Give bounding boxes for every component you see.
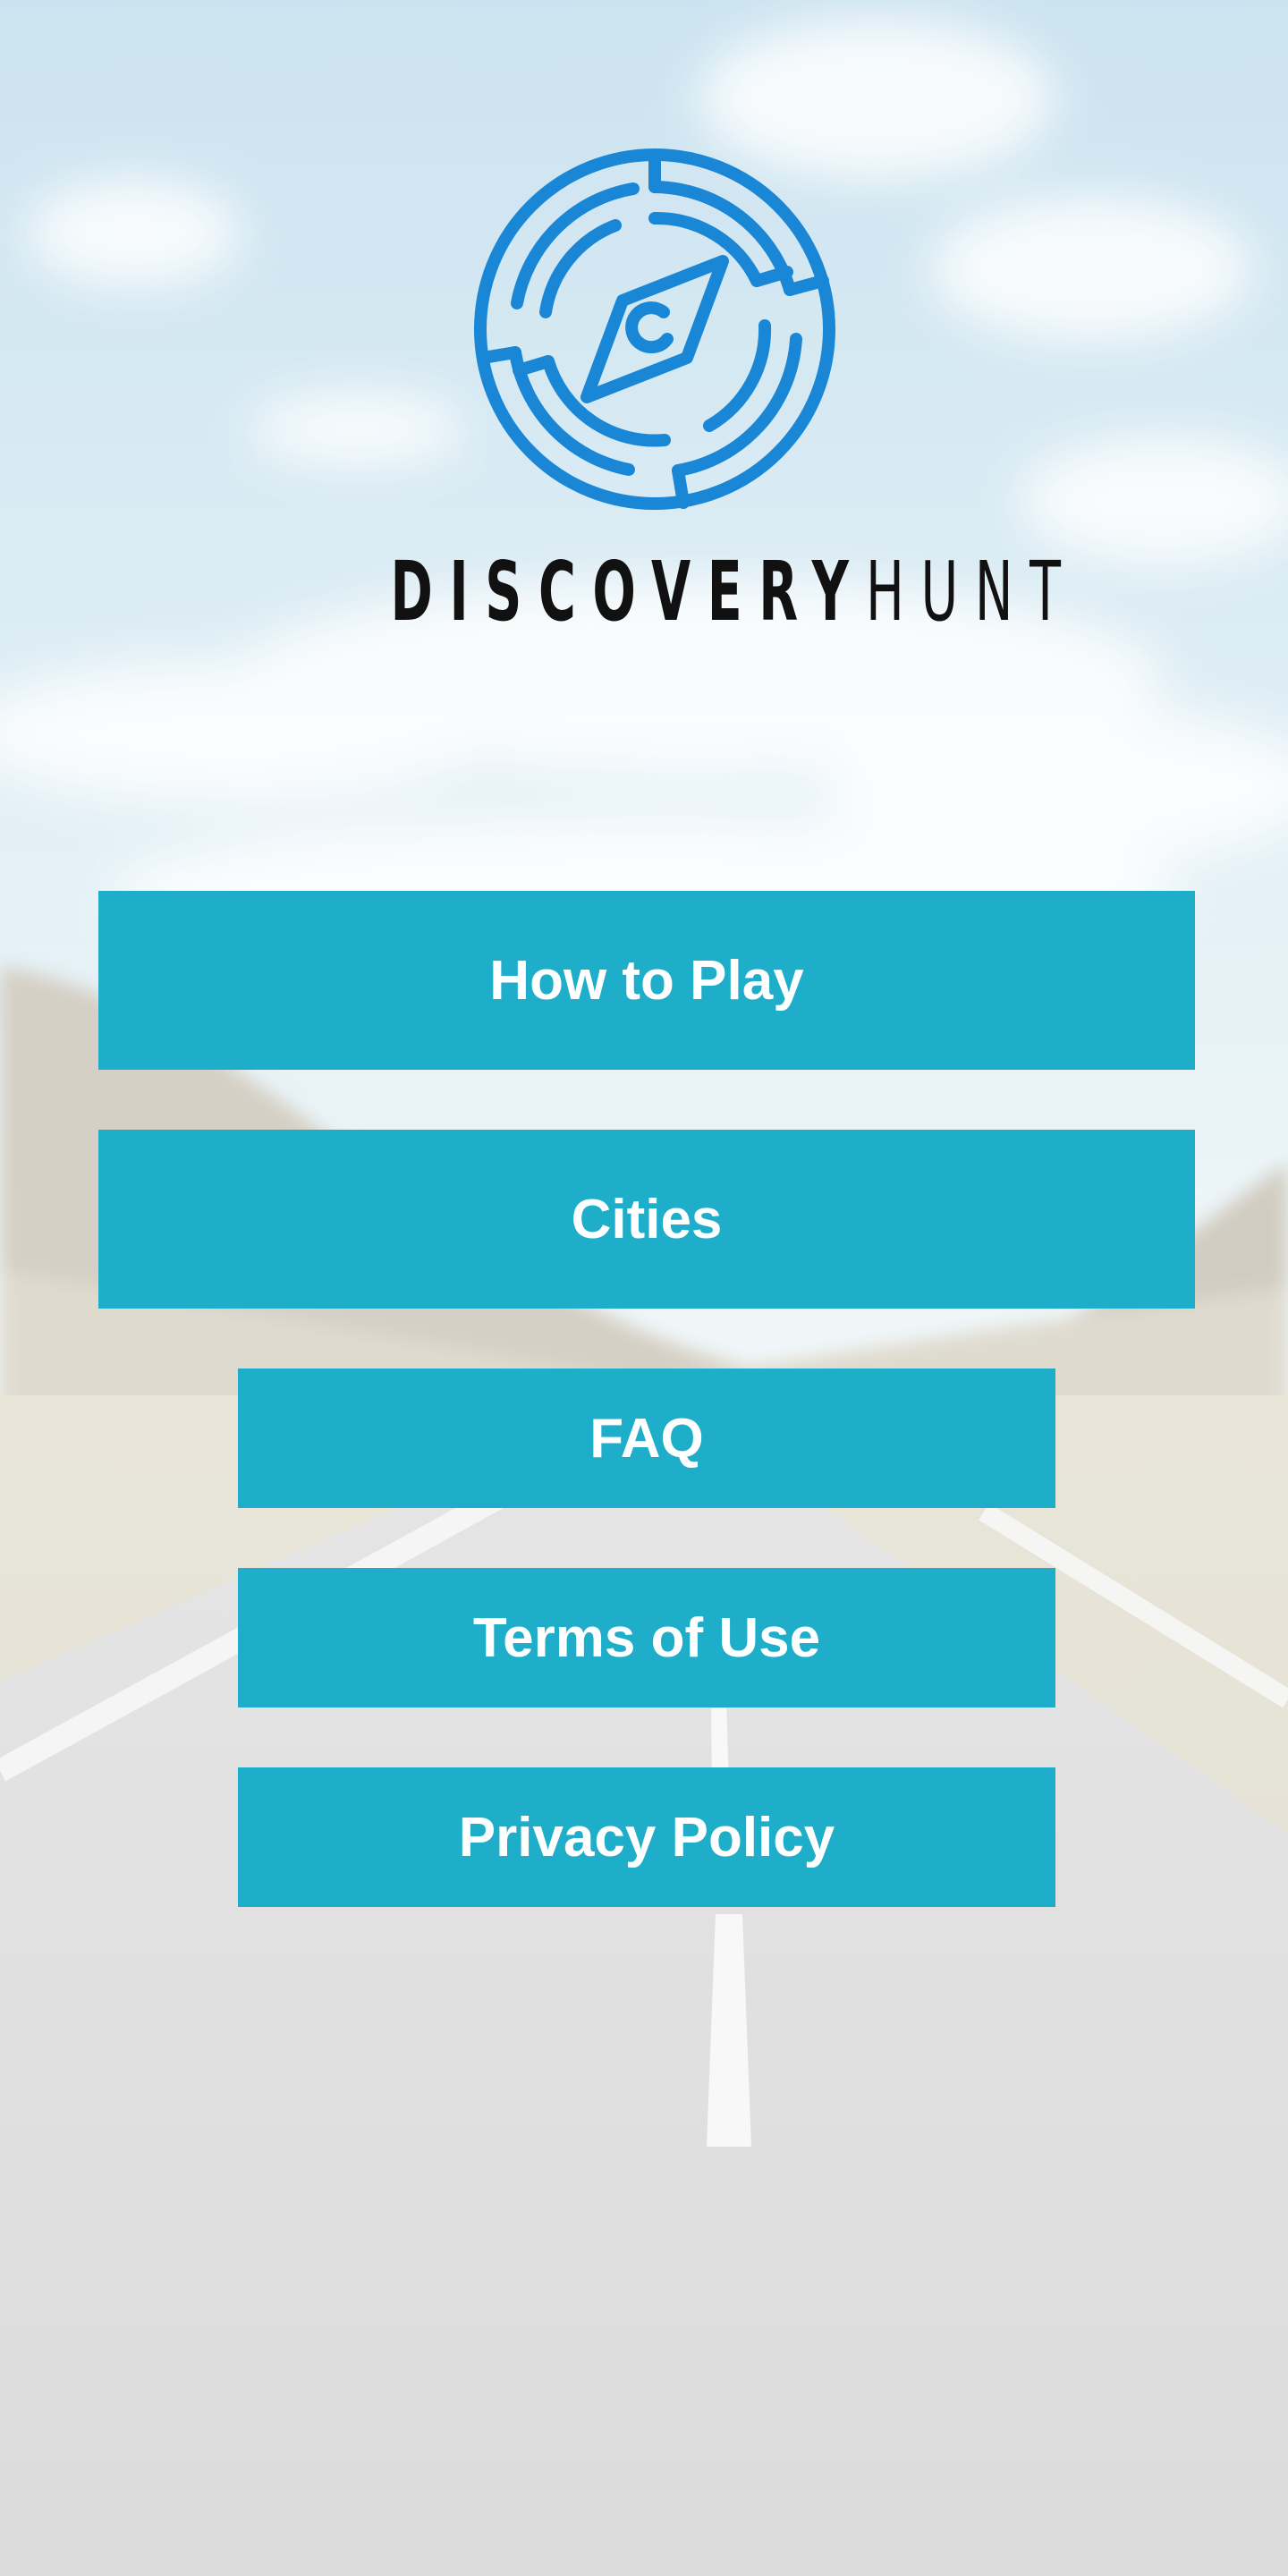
privacy-policy-button[interactable]: Privacy Policy: [238, 1767, 1055, 1907]
how-to-play-button[interactable]: How to Play: [98, 891, 1195, 1070]
terms-of-use-button[interactable]: Terms of Use: [238, 1568, 1055, 1707]
brand-wordmark: DISCOVERY HUNT: [295, 544, 1060, 640]
brand-name-light: HUNT: [865, 544, 1078, 640]
cities-button[interactable]: Cities: [98, 1130, 1195, 1309]
brand-name-bold: DISCOVERY: [390, 544, 866, 640]
faq-button[interactable]: FAQ: [238, 1368, 1055, 1508]
compass-maze-icon: [472, 147, 837, 512]
home-screen: DISCOVERY HUNT How to Play Cities FAQ Ter…: [0, 0, 1288, 2576]
